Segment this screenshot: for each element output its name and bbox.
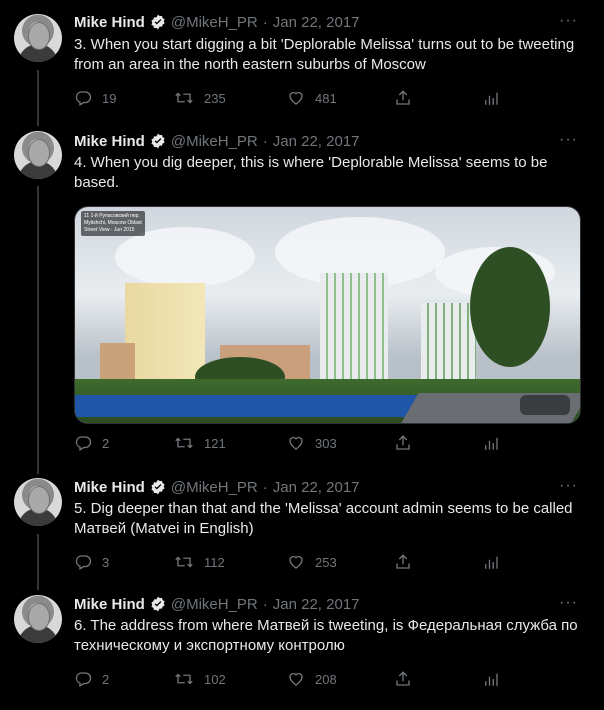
author-handle[interactable]: @MikeH_PR: [171, 596, 258, 613]
tweet-header: Mike Hind @MikeH_PR · Jan 22, 2017: [74, 594, 360, 614]
heart-icon: [287, 670, 305, 688]
separator-dot: ·: [262, 595, 268, 613]
reply-button[interactable]: 2: [74, 670, 109, 688]
analytics-icon: [482, 670, 500, 688]
more-options-icon[interactable]: ···: [559, 594, 578, 612]
tweet[interactable]: Mike Hind @MikeH_PR · Jan 22, 2017 ··· 6…: [0, 0, 604, 710]
avatar[interactable]: [14, 595, 62, 643]
like-button[interactable]: 208: [287, 670, 337, 688]
author-name[interactable]: Mike Hind: [74, 596, 145, 613]
retweet-button[interactable]: 102: [174, 670, 226, 688]
reply-icon: [74, 670, 92, 688]
analytics-button[interactable]: [482, 670, 500, 688]
share-icon: [394, 670, 412, 688]
like-count: 208: [315, 671, 337, 687]
retweet-icon: [174, 670, 194, 688]
tweet-actions: 2 102 208: [74, 669, 504, 689]
tweet-text: 6. The address from where Матвей is twee…: [74, 617, 578, 654]
tweet-date[interactable]: Jan 22, 2017: [273, 596, 360, 613]
reply-count: 2: [102, 671, 110, 687]
verified-badge-icon: [150, 596, 166, 612]
share-button[interactable]: [394, 670, 412, 688]
retweet-count: 102: [204, 671, 226, 687]
